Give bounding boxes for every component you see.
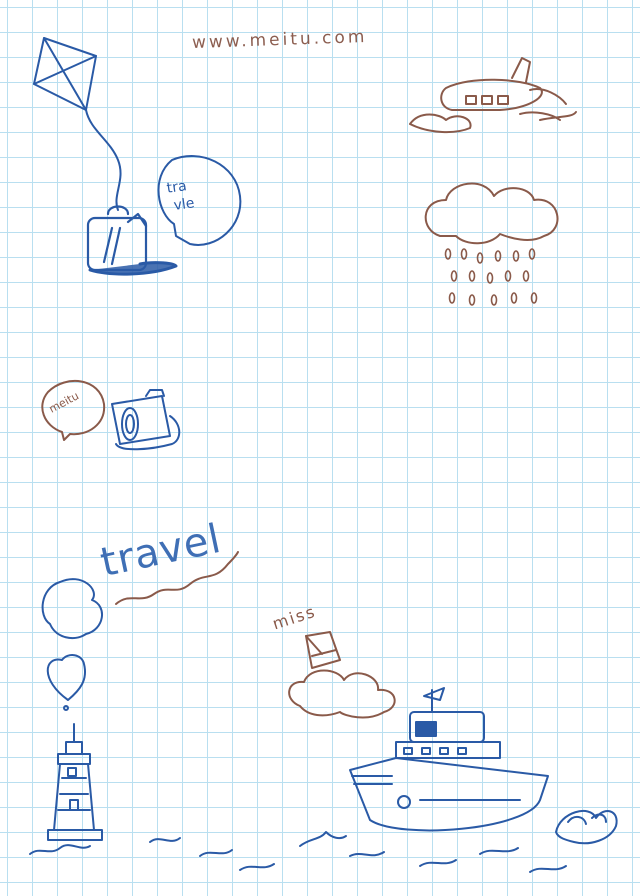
suitcase-icon — [86, 205, 178, 276]
kite-icon — [33, 37, 122, 211]
paper-boat-icon — [305, 631, 341, 669]
travel-bubble-text: tra vle — [165, 178, 196, 215]
cloud-icon — [41, 578, 103, 640]
airplane-icon — [409, 57, 577, 134]
rain-cloud-icon — [424, 182, 559, 306]
ship-icon — [349, 687, 549, 832]
lighthouse-icon — [47, 723, 103, 841]
camera-icon — [111, 389, 181, 451]
doodle-canvas — [29, 37, 618, 873]
cloud-icon — [288, 669, 396, 719]
wave-icon — [29, 809, 618, 873]
heart-icon — [46, 654, 86, 711]
